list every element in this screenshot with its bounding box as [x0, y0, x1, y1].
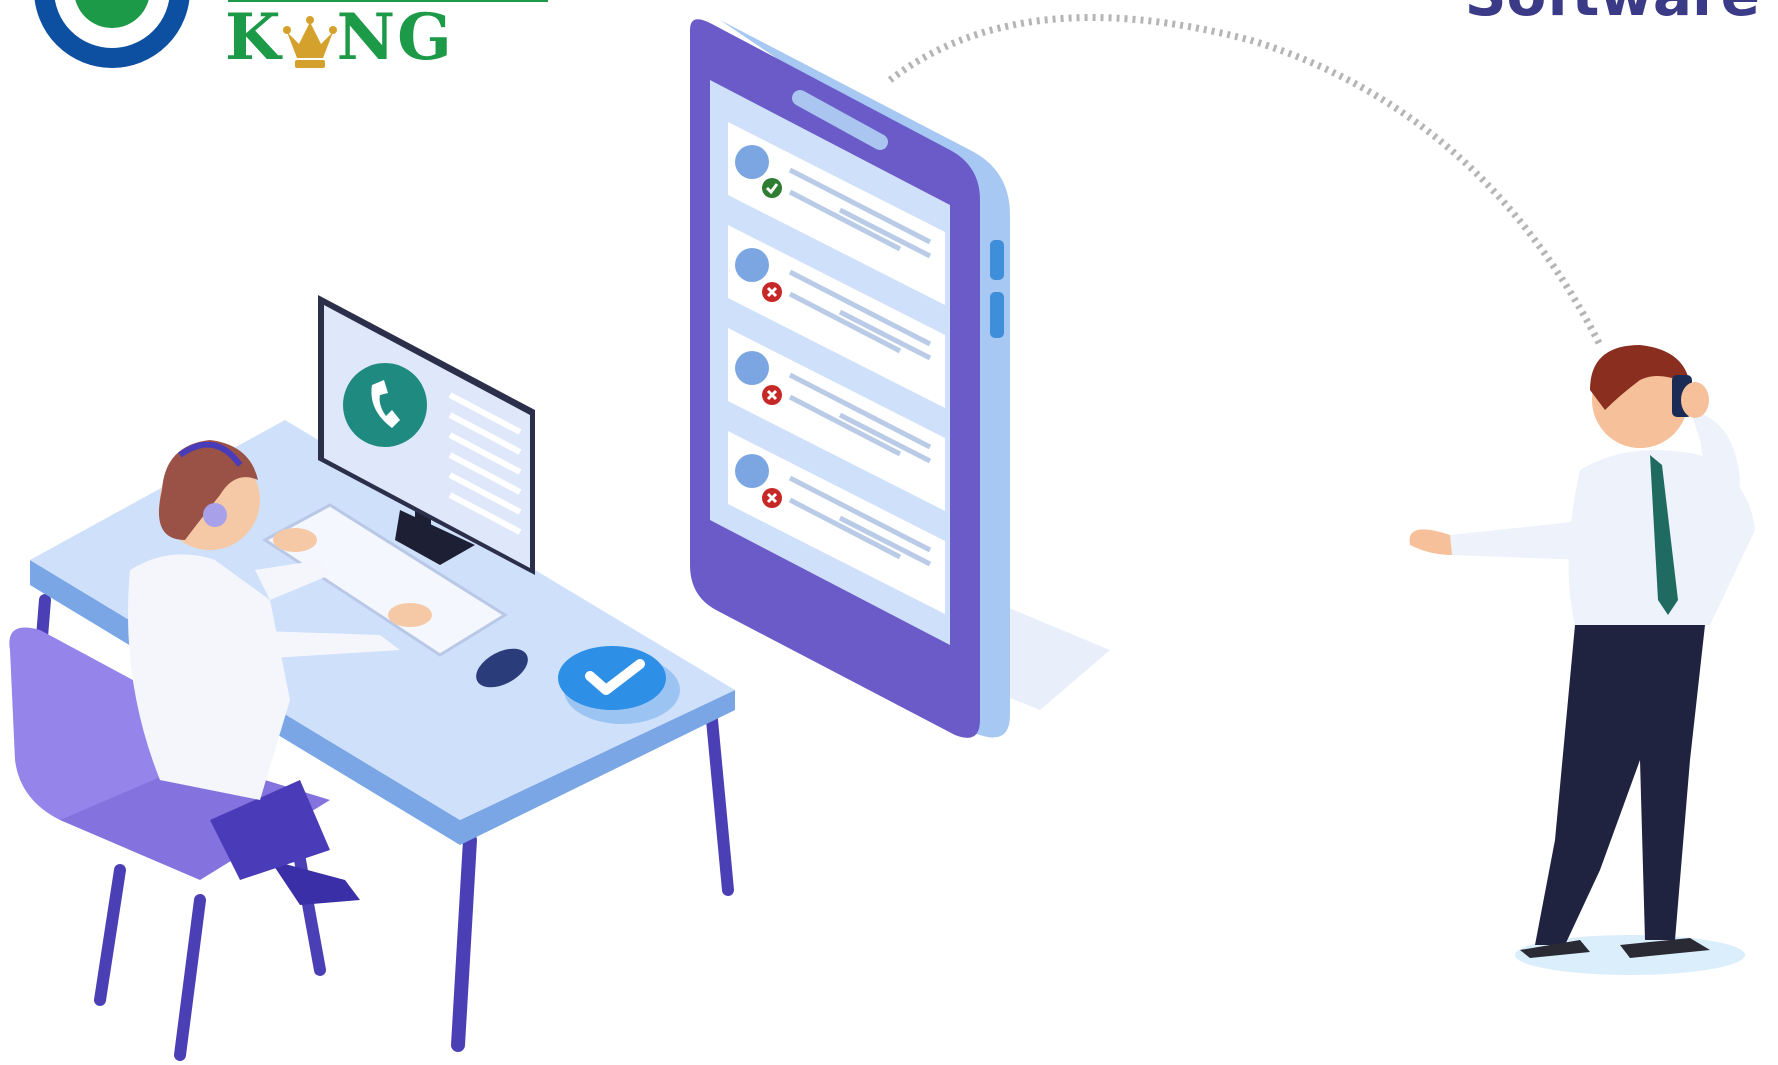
phone-device	[690, 19, 1110, 738]
headset-icon	[203, 503, 227, 527]
check-icon	[762, 178, 782, 198]
avatar	[735, 454, 769, 488]
page: K NG Software	[0, 0, 1778, 1065]
phone-icon	[343, 363, 427, 447]
phone-side-button	[990, 240, 1004, 280]
avatar	[735, 248, 769, 282]
avatar	[735, 351, 769, 385]
phone-side-button	[990, 292, 1004, 338]
customer-figure	[1409, 345, 1755, 975]
avatar	[735, 145, 769, 179]
illustration-scene	[9, 14, 1755, 1061]
